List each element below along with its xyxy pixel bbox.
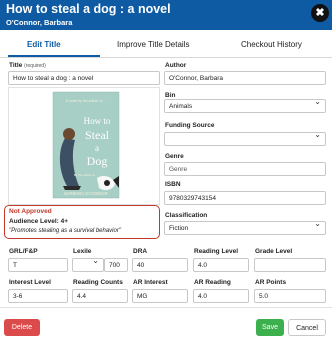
approval-warning-box: Not Approved Audience Level: 4+ "Promote… bbox=[4, 205, 160, 239]
tab-checkout-history[interactable]: Checkout History bbox=[241, 40, 302, 49]
ar-interest-label: AR Interest bbox=[133, 279, 168, 286]
cover-author: BARBARA O'CONNOR bbox=[64, 191, 108, 196]
tab-edit-title[interactable]: Edit Title bbox=[27, 40, 61, 49]
lexile-label: Lexile bbox=[73, 248, 92, 255]
classification-select[interactable]: Fiction bbox=[164, 221, 326, 235]
delete-button[interactable]: Delete bbox=[4, 319, 40, 336]
book-cover-image: A novel by the author of ... How to Stea… bbox=[52, 91, 120, 199]
approval-reason: "Promotes stealing as a survival behavio… bbox=[9, 228, 121, 234]
required-note: (required) bbox=[24, 63, 46, 69]
bin-label: Bin bbox=[165, 92, 176, 99]
dra-field[interactable]: 40 bbox=[132, 258, 188, 272]
ar-interest-field[interactable]: MG bbox=[132, 289, 188, 303]
interest-level-label: Interest Level bbox=[9, 279, 51, 286]
cover-tagline: By the author of ... bbox=[74, 173, 99, 177]
dra-label: DRA bbox=[133, 248, 148, 255]
footer-divider bbox=[0, 307, 332, 308]
title-label: Title (required) bbox=[9, 62, 46, 69]
reading-level-label: Reading Level bbox=[194, 248, 239, 255]
ar-points-field[interactable]: 5.0 bbox=[254, 289, 326, 303]
genre-label: Genre bbox=[165, 153, 184, 160]
grade-level-field[interactable] bbox=[254, 258, 326, 272]
author-label: Author bbox=[165, 62, 187, 69]
classification-label: Classification bbox=[165, 212, 208, 219]
interest-level-field[interactable]: 3-6 bbox=[8, 289, 68, 303]
isbn-field[interactable]: 9780329743154 bbox=[164, 191, 326, 205]
reading-counts-field[interactable]: 4.4 bbox=[72, 289, 128, 303]
funding-source-label: Funding Source bbox=[165, 122, 215, 129]
isbn-label: ISBN bbox=[165, 181, 181, 188]
grl-label: GRL/F&P bbox=[9, 248, 38, 255]
ar-points-label: AR Points bbox=[255, 279, 287, 286]
grade-level-label: Grade Level bbox=[255, 248, 293, 255]
dialog-subtitle: O'Connor, Barbara bbox=[6, 18, 73, 27]
lexile-prefix-select[interactable] bbox=[72, 258, 104, 272]
ar-reading-field[interactable]: 4.0 bbox=[193, 289, 249, 303]
title-field[interactable]: How to steal a dog : a novel bbox=[8, 71, 160, 85]
dialog-header: How to steal a dog : a novel O'Connor, B… bbox=[0, 0, 332, 30]
cover-title-line4: Dog bbox=[87, 154, 108, 168]
audience-level: Audience Level: 4+ bbox=[9, 218, 69, 225]
tab-improve-title-details[interactable]: Improve Title Details bbox=[117, 40, 189, 49]
cover-title-line2: Steal bbox=[85, 128, 110, 142]
cover-image-area: A novel by the author of ... How to Stea… bbox=[8, 87, 160, 205]
grl-field[interactable]: T bbox=[8, 258, 68, 272]
approval-status: Not Approved bbox=[9, 208, 52, 215]
reading-counts-label: Reading Counts bbox=[73, 279, 123, 286]
funding-source-select[interactable] bbox=[164, 132, 326, 146]
active-tab-indicator bbox=[8, 55, 100, 57]
tab-bar: Edit Title Improve Title Details Checkou… bbox=[0, 36, 332, 58]
author-field[interactable]: O'Connor, Barbara bbox=[164, 71, 326, 85]
reading-level-field[interactable]: 4.0 bbox=[193, 258, 249, 272]
cancel-button[interactable]: Cancel bbox=[288, 319, 326, 336]
save-button[interactable]: Save bbox=[256, 319, 284, 336]
cover-title-line3: a bbox=[95, 143, 99, 153]
cover-title-line1: How to bbox=[84, 116, 111, 126]
lexile-field[interactable]: 700 bbox=[104, 258, 128, 272]
cover-top-text: A novel by the author of ... bbox=[66, 99, 107, 103]
ar-reading-label: AR Reading bbox=[194, 279, 231, 286]
close-icon[interactable]: ✖ bbox=[311, 4, 329, 22]
genre-field[interactable]: Genre bbox=[164, 162, 326, 176]
dialog-title: How to steal a dog : a novel bbox=[6, 2, 171, 16]
bin-select[interactable]: Animals bbox=[164, 99, 326, 113]
